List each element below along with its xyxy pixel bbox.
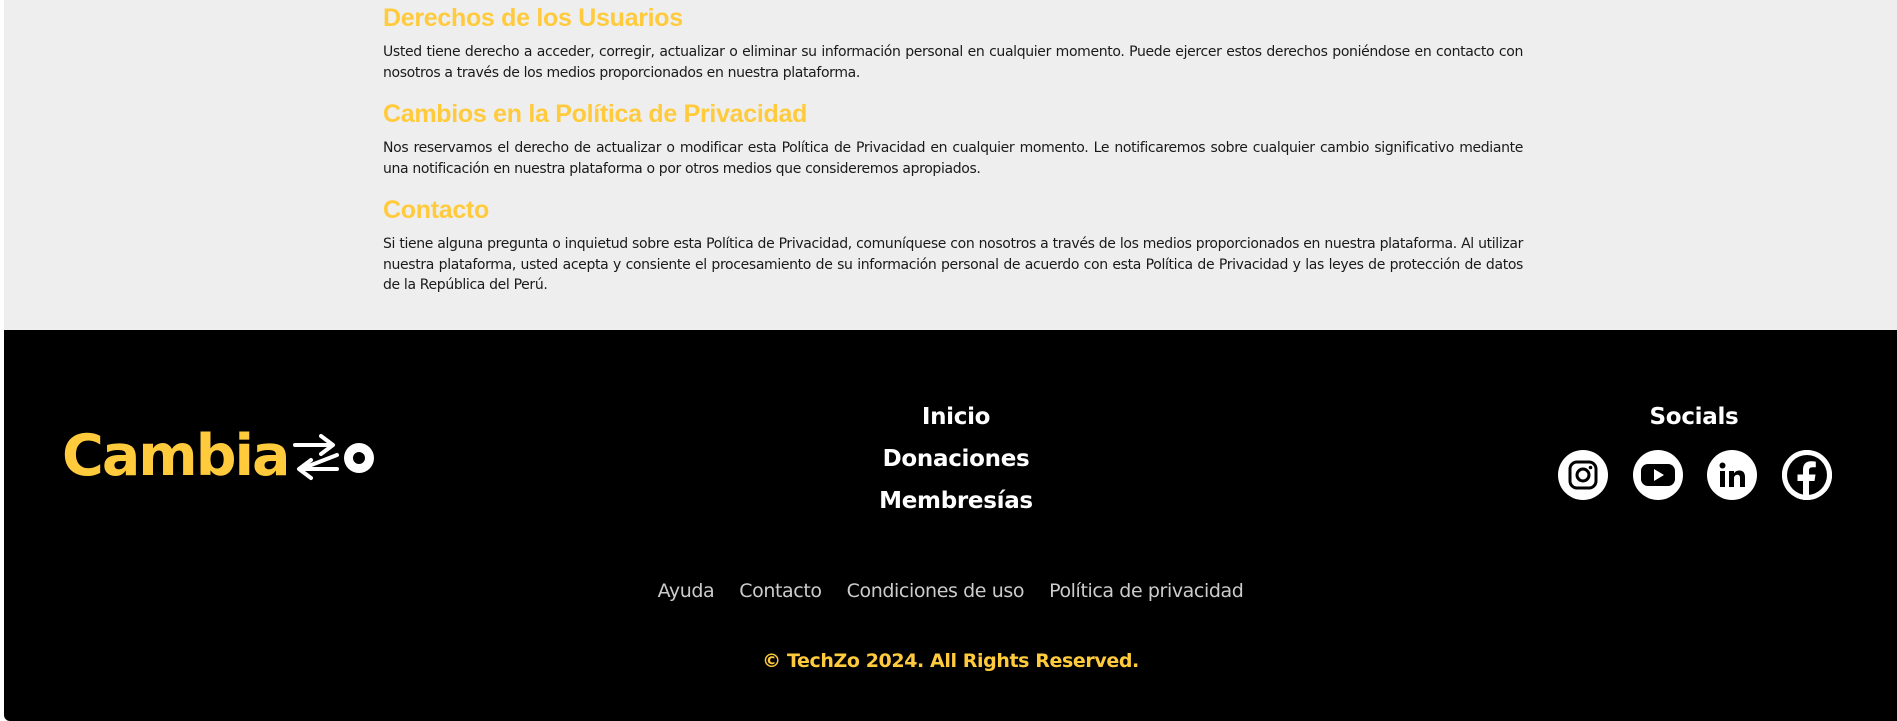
footer-bottom-links: Ayuda Contacto Condiciones de uso Políti… bbox=[4, 576, 1897, 606]
nav-inicio-link[interactable]: Inicio bbox=[856, 396, 1056, 438]
section-contact: Contacto Si tiene alguna pregunta o inqu… bbox=[383, 194, 1523, 296]
ayuda-link[interactable]: Ayuda bbox=[658, 576, 715, 606]
condiciones-de-uso-link[interactable]: Condiciones de uso bbox=[847, 576, 1025, 606]
section-body: Si tiene alguna pregunta o inquietud sob… bbox=[383, 236, 1523, 293]
nav-membresias-link[interactable]: Membresías bbox=[856, 480, 1056, 522]
politica-de-privacidad-link[interactable]: Política de privacidad bbox=[1049, 576, 1244, 606]
youtube-icon[interactable] bbox=[1632, 450, 1683, 500]
logo-circle-icon bbox=[343, 443, 374, 473]
section-body: Usted tiene derecho a acceder, corregir,… bbox=[383, 44, 1523, 81]
social-icons-row bbox=[1556, 450, 1832, 500]
exchange-arrows-icon bbox=[292, 434, 339, 480]
section-body: Nos reservamos el derecho de actualizar … bbox=[383, 140, 1523, 177]
privacy-content: Derechos de los Usuarios Usted tiene der… bbox=[4, 0, 1897, 330]
nav-donaciones-link[interactable]: Donaciones bbox=[856, 438, 1056, 480]
facebook-icon[interactable] bbox=[1781, 450, 1832, 500]
instagram-icon[interactable] bbox=[1558, 450, 1608, 500]
section-user-rights: Derechos de los Usuarios Usted tiene der… bbox=[383, 2, 1523, 83]
site-footer: Cambia Inicio Donaciones Membresías Soci… bbox=[4, 330, 1897, 721]
footer-nav: Inicio Donaciones Membresías bbox=[856, 396, 1056, 522]
section-heading: Contacto bbox=[383, 196, 489, 224]
page: Derechos de los Usuarios Usted tiene der… bbox=[4, 0, 1897, 721]
socials-title: Socials bbox=[1649, 404, 1739, 430]
section-heading: Derechos de los Usuarios bbox=[383, 4, 683, 32]
section-policy-changes: Cambios en la Política de Privacidad Nos… bbox=[383, 98, 1523, 179]
contacto-link[interactable]: Contacto bbox=[739, 576, 822, 606]
socials-block: Socials bbox=[1556, 402, 1832, 500]
copyright-text: © TechZo 2024. All Rights Reserved. bbox=[762, 650, 1139, 672]
linkedin-icon[interactable] bbox=[1707, 450, 1758, 500]
cambiazo-logo[interactable]: Cambia bbox=[62, 426, 377, 486]
section-heading: Cambios en la Política de Privacidad bbox=[383, 100, 808, 128]
logo-wordmark: Cambia bbox=[62, 423, 290, 489]
